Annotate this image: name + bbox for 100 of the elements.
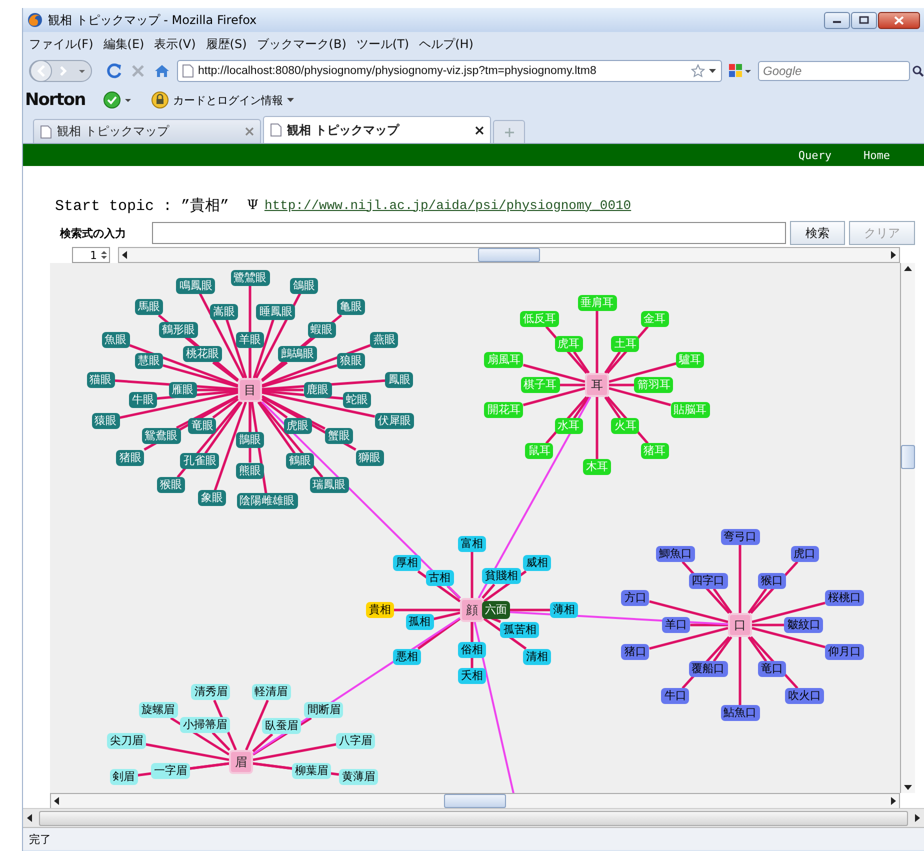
topic-node[interactable]: 一字眉: [151, 763, 190, 779]
topic-node[interactable]: 猪眼: [116, 450, 144, 466]
topic-node[interactable]: 猿眼: [92, 412, 120, 429]
topic-node[interactable]: 富相: [458, 536, 486, 552]
topic-node[interactable]: 嵩眼: [210, 304, 238, 320]
norton-menu[interactable]: Norton: [25, 90, 86, 110]
topic-node[interactable]: 旋螺眉: [138, 702, 178, 718]
topic-node[interactable]: 鹿眼: [304, 382, 332, 398]
menu-item[interactable]: ファイル(F): [29, 34, 94, 54]
topic-node[interactable]: 鶴眼: [286, 453, 314, 470]
topic-node[interactable]: 夭相: [458, 668, 486, 684]
depth-spinner[interactable]: 1: [72, 247, 110, 263]
topic-node[interactable]: 魚眼: [102, 332, 130, 348]
topic-node[interactable]: 羊口: [662, 617, 690, 633]
nav-link[interactable]: Home: [864, 148, 890, 162]
category-node[interactable]: 六面: [482, 601, 510, 619]
topic-node[interactable]: 黄薄眉: [338, 769, 378, 785]
topic-node[interactable]: 猪口: [621, 644, 650, 660]
topic-node[interactable]: 蝦眼: [308, 322, 336, 338]
topic-node[interactable]: 牛口: [661, 688, 690, 704]
topic-node[interactable]: 亀眼: [337, 299, 366, 316]
search-icon[interactable]: [912, 65, 924, 77]
topic-node[interactable]: 鶴形眼: [158, 322, 198, 338]
topic-node[interactable]: 清相: [523, 648, 552, 665]
address-bar[interactable]: http://localhost:8080/physiognomy/physiognomy-viz.jsp?tm=physiognomy.ltm8: [177, 60, 722, 82]
scroll-left-icon[interactable]: [25, 813, 35, 823]
horizontal-scrollbar[interactable]: [50, 793, 900, 809]
topic-node[interactable]: 柳葉眉: [292, 763, 331, 779]
topic-node[interactable]: 牛眼: [128, 392, 157, 408]
search-field[interactable]: [152, 222, 786, 244]
hub-node[interactable]: 目: [238, 378, 262, 402]
maximize-button[interactable]: [851, 12, 877, 28]
topic-node[interactable]: 鳳眼: [385, 372, 414, 388]
search-field[interactable]: Google: [758, 61, 910, 81]
topic-node[interactable]: 鮎魚口: [720, 705, 760, 721]
menu-item[interactable]: ツール(T): [356, 34, 410, 54]
topic-node[interactable]: 孔雀眼: [180, 453, 220, 470]
topic-node[interactable]: 虎口: [790, 546, 819, 562]
topic-node[interactable]: 威相: [523, 555, 552, 572]
topic-node[interactable]: 仰月口: [825, 644, 864, 660]
hub-node[interactable]: 耳: [585, 373, 609, 397]
topic-node[interactable]: 貴相: [366, 602, 394, 618]
horizontal-scrollbar[interactable]: [23, 808, 924, 827]
close-button[interactable]: [878, 12, 920, 28]
browser-tab[interactable]: 観相 トピックマップ: [263, 116, 491, 143]
check-status-icon[interactable]: [103, 91, 134, 109]
topic-node[interactable]: 伏犀眼: [374, 412, 414, 429]
topic-node[interactable]: 方口: [621, 590, 650, 606]
topic-node[interactable]: 鴿眼: [290, 278, 318, 294]
topic-node[interactable]: 小掃箒眉: [180, 716, 230, 733]
menu-item[interactable]: 履歴(S): [206, 34, 247, 54]
topic-node[interactable]: 悪相: [392, 648, 421, 665]
topic-node[interactable]: 慧眼: [135, 353, 163, 370]
topic-node[interactable]: 古相: [426, 570, 454, 586]
topic-node[interactable]: 羊眼: [236, 332, 264, 348]
browser-tab[interactable]: 観相 トピックマップ: [33, 119, 261, 143]
topic-node[interactable]: 吹火口: [785, 688, 824, 704]
topic-node[interactable]: 間断眉: [304, 702, 344, 718]
topic-node[interactable]: 孤苦相: [500, 622, 540, 638]
topic-node[interactable]: 蛇眼: [343, 392, 372, 408]
password-menu[interactable]: カードとログイン情報: [173, 92, 284, 108]
reload-icon[interactable]: [105, 62, 123, 80]
search-button[interactable]: 検索: [790, 221, 845, 245]
star-icon[interactable]: [691, 64, 705, 78]
topic-node[interactable]: 鷺鷥眼: [230, 270, 270, 286]
scrollbar-thumb[interactable]: [901, 445, 915, 469]
topic-node[interactable]: 貧賤相: [482, 568, 521, 584]
topic-node[interactable]: 虎眼: [284, 418, 312, 434]
topic-node[interactable]: 桃花眼: [182, 346, 222, 362]
menu-item[interactable]: 編集(E): [103, 34, 144, 54]
topic-node[interactable]: 猴口: [758, 572, 786, 589]
hub-node[interactable]: 口: [728, 613, 752, 637]
topic-node[interactable]: 臥蚕眉: [262, 718, 301, 734]
topic-node[interactable]: 雁眼: [168, 382, 196, 398]
horizontal-scrollbar[interactable]: [118, 247, 900, 263]
caret-icon[interactable]: [709, 68, 717, 74]
topic-node[interactable]: 弯弓口: [720, 529, 760, 545]
scrollbar-thumb[interactable]: [39, 810, 908, 826]
spinner-arrows-icon[interactable]: [99, 248, 109, 262]
psi-link[interactable]: http://www.nijl.ac.jp/aida/psi/physiognomy_0010: [264, 198, 632, 212]
topic-node[interactable]: 猴眼: [157, 477, 185, 494]
topic-node[interactable]: 孤相: [406, 614, 434, 630]
scrollbar-thumb[interactable]: [444, 794, 506, 808]
hub-node[interactable]: 眉: [229, 750, 253, 774]
topic-node[interactable]: 覆船口: [688, 661, 728, 678]
topic-node[interactable]: 鴛鴦眼: [142, 428, 181, 444]
minimize-button[interactable]: [824, 12, 850, 28]
topic-node[interactable]: 獅眼: [356, 450, 384, 466]
topic-node[interactable]: 竜眼: [188, 418, 216, 434]
topic-node[interactable]: 剣眉: [110, 769, 138, 785]
topic-node[interactable]: 竜口: [758, 661, 786, 678]
topic-node[interactable]: 尖刀眉: [106, 732, 146, 749]
menu-item[interactable]: ブックマーク(B): [256, 34, 346, 54]
topic-node[interactable]: 蟹眼: [324, 428, 353, 444]
topic-node[interactable]: 八字眉: [336, 732, 376, 749]
menu-item[interactable]: 表示(V): [154, 34, 196, 54]
topic-node[interactable]: 燕眼: [370, 332, 398, 348]
topic-node[interactable]: 桜桃口: [825, 590, 864, 606]
topic-node[interactable]: 鯽魚口: [656, 546, 695, 562]
topic-node[interactable]: 狼眼: [337, 353, 365, 370]
